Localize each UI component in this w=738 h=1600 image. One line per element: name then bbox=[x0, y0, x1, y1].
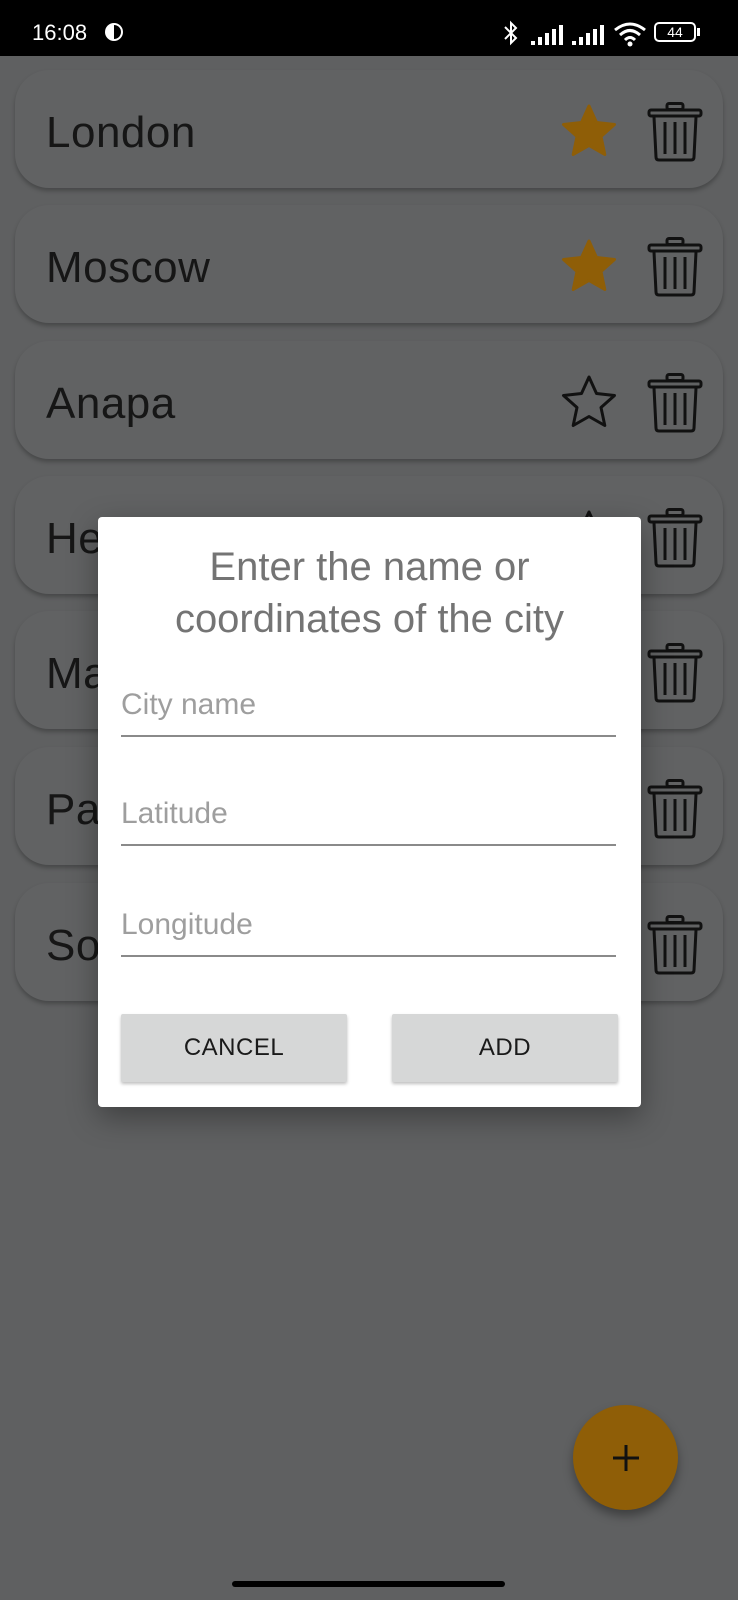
plus-icon bbox=[613, 1445, 639, 1471]
do-not-disturb-icon bbox=[105, 23, 123, 41]
star-outline-icon[interactable] bbox=[559, 373, 619, 431]
wifi-icon bbox=[614, 22, 646, 47]
add-button[interactable]: ADD bbox=[392, 1014, 618, 1082]
home-indicator[interactable] bbox=[232, 1581, 505, 1587]
bluetooth-icon bbox=[504, 20, 518, 46]
trash-icon[interactable] bbox=[647, 237, 703, 297]
signal-icon-2 bbox=[572, 25, 604, 45]
city-name: Anapa bbox=[46, 379, 176, 428]
cancel-button[interactable]: CANCEL bbox=[121, 1014, 347, 1082]
trash-icon[interactable] bbox=[647, 643, 703, 703]
star-filled-icon[interactable] bbox=[559, 102, 619, 160]
trash-icon[interactable] bbox=[647, 779, 703, 839]
battery-icon: 44 bbox=[654, 22, 696, 42]
signal-icon-1 bbox=[531, 25, 563, 45]
battery-level: 44 bbox=[667, 24, 683, 40]
dialog-title-line-1: Enter the name or bbox=[209, 545, 530, 589]
city-card[interactable]: Anapa bbox=[15, 341, 723, 459]
city-name: London bbox=[46, 108, 196, 157]
status-bar: 16:08 44 bbox=[0, 0, 738, 56]
trash-icon[interactable] bbox=[647, 915, 703, 975]
status-time: 16:08 bbox=[32, 20, 88, 45]
battery-tip bbox=[697, 28, 700, 36]
add-city-dialog: Enter the name or coordinates of the cit… bbox=[98, 517, 641, 1107]
city-card[interactable]: London bbox=[15, 70, 723, 188]
city-name: He bbox=[46, 514, 104, 563]
city-name: Moscow bbox=[46, 243, 211, 292]
trash-icon[interactable] bbox=[647, 102, 703, 162]
latitude-input[interactable] bbox=[121, 784, 616, 846]
star-filled-icon[interactable] bbox=[559, 237, 619, 295]
city-name-input[interactable] bbox=[121, 675, 616, 737]
city-name: Pa bbox=[46, 785, 101, 834]
dialog-title-line-2: coordinates of the city bbox=[174, 597, 565, 641]
city-card[interactable]: Moscow bbox=[15, 205, 723, 323]
longitude-input[interactable] bbox=[121, 895, 616, 957]
dialog-title: Enter the name or coordinates of the cit… bbox=[98, 541, 641, 645]
add-city-fab[interactable] bbox=[573, 1405, 678, 1510]
trash-icon[interactable] bbox=[647, 508, 703, 568]
city-name: So bbox=[46, 921, 101, 970]
trash-icon[interactable] bbox=[647, 373, 703, 433]
